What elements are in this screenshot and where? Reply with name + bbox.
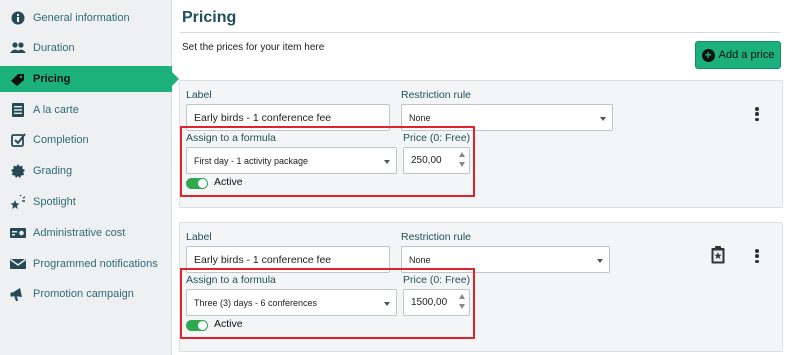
add-price-label: Add a price — [718, 49, 775, 61]
price-card: Label Early birds - 1 conference fee Res… — [179, 222, 783, 352]
active-label: Active — [214, 176, 243, 188]
more-options-icon[interactable] — [754, 249, 760, 263]
active-label: Active — [214, 318, 243, 330]
money-card-icon — [10, 225, 26, 241]
active-toggle[interactable] — [186, 320, 208, 331]
stepper-arrows-icon[interactable] — [458, 150, 466, 171]
active-toggle[interactable] — [186, 178, 208, 189]
main-content: Pricing Set the prices for your item her… — [172, 0, 786, 355]
badge-icon — [10, 163, 26, 179]
sidebar-item-label: A la carte — [33, 104, 79, 116]
label-caption: Label — [186, 89, 212, 101]
price-input[interactable]: 1500,00 — [403, 289, 470, 316]
price-input[interactable]: 250,00 — [403, 147, 470, 174]
sidebar-item-programmed-notifications[interactable]: Programmed notifications — [0, 251, 172, 277]
check-square-icon — [10, 132, 26, 148]
page-subtitle: Set the prices for your item here — [182, 42, 325, 53]
plus-circle-icon: + — [701, 48, 715, 62]
megaphone-icon — [10, 286, 26, 302]
formula-caption: Assign to a formula — [186, 132, 276, 144]
restriction-caption: Restriction rule — [401, 89, 472, 101]
label-caption: Label — [186, 231, 212, 243]
sidebar-item-label: Administrative cost — [33, 227, 126, 239]
sidebar-item-pricing[interactable]: Pricing — [0, 66, 179, 92]
sidebar-item-promotion-campaign[interactable]: Promotion campaign — [0, 281, 172, 307]
sidebar-item-administrative-cost[interactable]: Administrative cost — [0, 220, 172, 246]
sidebar-item-a-la-carte[interactable]: A la carte — [0, 97, 172, 123]
sidebar-item-completion[interactable]: Completion — [0, 127, 172, 153]
sidebar-item-general-information[interactable]: General information — [0, 5, 172, 31]
price-input-value: 250,00 — [411, 155, 442, 166]
info-circle-icon — [10, 10, 26, 26]
label-input-value: Early birds - 1 conference fee — [194, 253, 332, 266]
sidebar-item-label: Completion — [33, 134, 89, 146]
tag-icon — [10, 71, 26, 87]
label-input-value: Early birds - 1 conference fee — [194, 111, 332, 124]
sidebar-item-label: General information — [33, 12, 130, 24]
sidebar-item-label: Programmed notifications — [33, 258, 158, 270]
sidebar-item-label: Duration — [33, 42, 75, 54]
sidebar-item-label: Spotlight — [33, 196, 76, 208]
menu-list-icon — [10, 102, 26, 118]
users-icon — [10, 40, 26, 56]
stepper-arrows-icon[interactable] — [458, 292, 466, 313]
formula-select-value: Three (3) days - 6 conferences — [194, 297, 318, 308]
restriction-select-value: None — [409, 254, 431, 265]
formula-caption: Assign to a formula — [186, 274, 276, 286]
sidebar-item-spotlight[interactable]: Spotlight — [0, 189, 172, 215]
sidebar-item-duration[interactable]: Duration — [0, 35, 172, 61]
sidebar-item-label: Pricing — [33, 73, 71, 85]
restriction-select-value: None — [409, 112, 431, 123]
formula-select[interactable]: Three (3) days - 6 conferences — [186, 289, 397, 316]
clipboard-star-icon[interactable] — [711, 246, 725, 264]
page-title: Pricing — [182, 9, 237, 26]
price-card: Label Early birds - 1 conference fee Res… — [179, 80, 783, 208]
restriction-caption: Restriction rule — [401, 231, 472, 243]
title-divider — [180, 32, 780, 33]
sparkle-icon — [10, 194, 26, 210]
price-input-value: 1500,00 — [411, 297, 448, 308]
sidebar-item-grading[interactable]: Grading — [0, 158, 172, 184]
add-price-button[interactable]: + Add a price — [695, 41, 781, 69]
sidebar: General information Duration Pricing A l… — [0, 0, 179, 355]
formula-select[interactable]: First day - 1 activity package — [186, 147, 397, 174]
sidebar-item-label: Promotion campaign — [33, 288, 134, 300]
price-caption: Price (0: Free) — [403, 132, 471, 144]
sidebar-item-label: Grading — [33, 165, 73, 177]
more-options-icon[interactable] — [754, 107, 760, 121]
formula-select-value: First day - 1 activity package — [194, 155, 309, 166]
envelope-icon — [10, 256, 26, 272]
price-caption: Price (0: Free) — [403, 274, 471, 286]
